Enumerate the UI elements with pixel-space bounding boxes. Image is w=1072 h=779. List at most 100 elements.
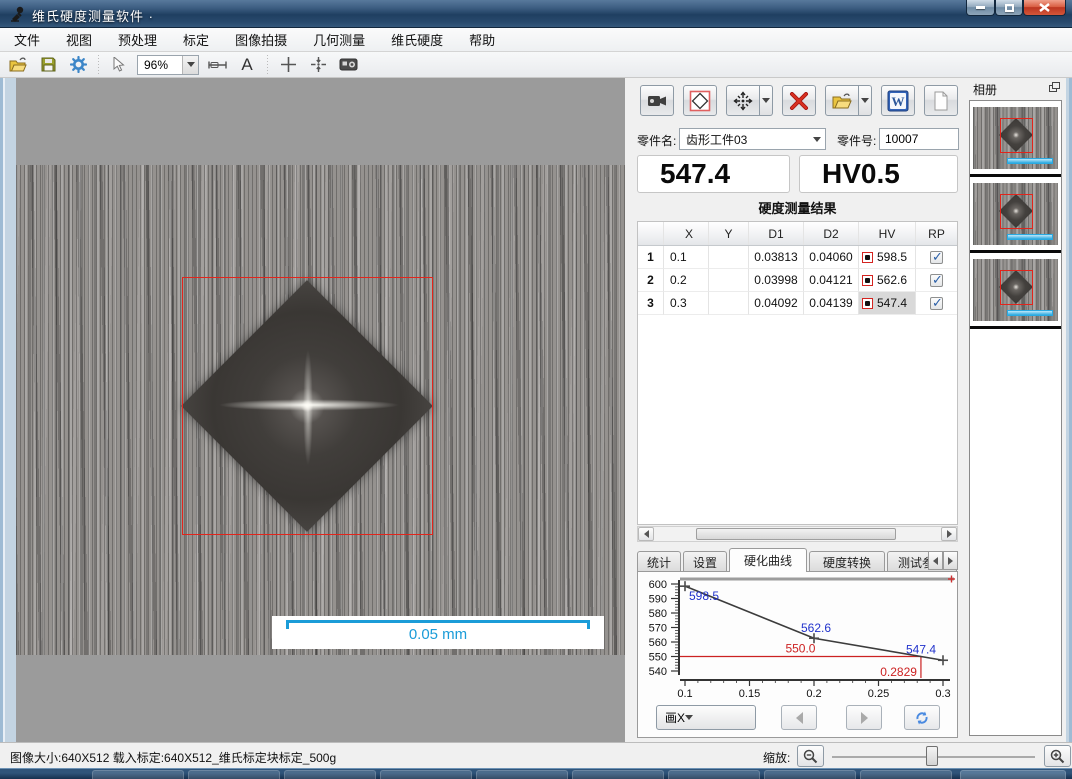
tab-hardening-curve[interactable]: 硬化曲线 — [729, 548, 807, 572]
open-button[interactable] — [6, 54, 30, 76]
close-button[interactable] — [1023, 0, 1066, 16]
capture-video-button[interactable] — [640, 85, 674, 116]
auto-position-button[interactable] — [726, 85, 760, 116]
taskbar-button[interactable] — [764, 770, 856, 779]
part-no-input[interactable] — [879, 128, 959, 150]
album-list[interactable] — [969, 100, 1062, 736]
maximize-button[interactable] — [995, 0, 1023, 16]
indent-frame-icon — [689, 90, 711, 112]
pointer-tool-button[interactable] — [107, 54, 131, 76]
save-button[interactable] — [36, 54, 60, 76]
curve-axis-select[interactable]: 画X — [656, 705, 756, 730]
menu-calibration[interactable]: 标定 — [183, 30, 209, 49]
col-d2[interactable]: D2 — [804, 222, 859, 245]
album-thumbnail-2[interactable] — [970, 177, 1061, 253]
text-tool-icon: A — [241, 55, 252, 75]
table-row[interactable]: 2 0.2 0.03998 0.04121 562.6 — [638, 269, 957, 292]
taskbar-button[interactable] — [284, 770, 376, 779]
rp-checkbox[interactable] — [930, 297, 943, 310]
svg-text:540: 540 — [649, 666, 667, 678]
taskbar-button[interactable] — [188, 770, 280, 779]
measure-indent-button[interactable] — [683, 85, 717, 116]
results-table[interactable]: X Y D1 D2 HV RP 1 0.1 0.03813 0.04060 59… — [637, 221, 958, 525]
tab-statistics[interactable]: 统计 — [637, 551, 681, 572]
curve-axis-arrow[interactable] — [685, 715, 693, 720]
part-name-select[interactable]: 齿形工件03 — [679, 128, 826, 150]
crosshair-button[interactable] — [276, 54, 300, 76]
cursor-arrow-icon — [113, 57, 126, 72]
chart-controls: 画X — [638, 702, 957, 735]
cell-y — [709, 292, 749, 315]
menu-file[interactable]: 文件 — [14, 30, 40, 49]
taskbar-button[interactable] — [92, 770, 184, 779]
tab-hardness-conversion[interactable]: 硬度转换 — [809, 551, 885, 572]
scroll-right-button[interactable] — [941, 527, 957, 541]
scrollbar-thumb[interactable] — [696, 528, 896, 540]
next-point-button[interactable] — [846, 705, 882, 730]
undock-icon[interactable] — [1049, 82, 1060, 92]
table-row[interactable]: 3 0.3 0.04092 0.04139 547.4 — [638, 292, 957, 315]
micrograph-image[interactable]: 0.05 mm — [16, 165, 625, 655]
zoom-select-arrow[interactable] — [182, 56, 198, 74]
taskbar-tray[interactable] — [960, 770, 1066, 779]
col-y[interactable]: Y — [709, 222, 749, 245]
row-number: 3 — [638, 292, 664, 315]
close-icon — [1039, 3, 1050, 12]
snapshot-button[interactable] — [336, 54, 360, 76]
tab-scroll-left-button[interactable] — [928, 551, 943, 570]
col-hv[interactable]: HV — [859, 222, 916, 245]
col-rp[interactable]: RP — [916, 222, 957, 245]
col-x[interactable]: X — [664, 222, 709, 245]
thumb-roi-box — [1000, 118, 1033, 153]
taskbar[interactable] — [0, 768, 1072, 779]
menu-help[interactable]: 帮助 — [469, 30, 495, 49]
menu-view[interactable]: 视图 — [66, 30, 92, 49]
table-horizontal-scrollbar[interactable] — [637, 526, 958, 542]
tab-scroll-right-button[interactable] — [943, 551, 958, 570]
zoom-in-button[interactable] — [1044, 745, 1071, 767]
menu-preprocess[interactable]: 预处理 — [118, 30, 157, 49]
prev-point-button[interactable] — [781, 705, 817, 730]
col-rownum[interactable] — [638, 222, 664, 245]
measurement-roi-box[interactable] — [182, 277, 433, 535]
rp-checkbox[interactable] — [930, 251, 943, 264]
table-row[interactable]: 1 0.1 0.03813 0.04060 598.5 — [638, 246, 957, 269]
open-image-button[interactable] — [825, 85, 859, 116]
taskbar-button[interactable] — [572, 770, 664, 779]
rp-checkbox[interactable] — [930, 274, 943, 287]
chevron-down-icon — [813, 137, 821, 142]
image-viewer[interactable]: 0.05 mm — [16, 78, 625, 742]
refresh-curve-button[interactable] — [904, 705, 940, 730]
menu-geometry-measure[interactable]: 几何测量 — [313, 30, 365, 49]
album-thumbnail-1[interactable] — [970, 101, 1061, 177]
zoom-level-select[interactable]: 96% — [137, 55, 199, 75]
taskbar-button[interactable] — [668, 770, 760, 779]
settings-button[interactable] — [66, 54, 90, 76]
menu-bar: 文件 视图 预处理 标定 图像拍摄 几何测量 维氏硬度 帮助 — [0, 28, 1072, 52]
taskbar-button[interactable] — [476, 770, 568, 779]
menu-image-capture[interactable]: 图像拍摄 — [235, 30, 287, 49]
text-tool-button[interactable]: A — [235, 54, 259, 76]
measure-ruler-button[interactable] — [205, 54, 229, 76]
new-report-button[interactable] — [924, 85, 958, 116]
col-d1[interactable]: D1 — [749, 222, 804, 245]
zoom-out-button[interactable] — [797, 745, 824, 767]
minimize-button[interactable] — [966, 0, 995, 16]
part-name-arrow[interactable] — [809, 129, 825, 149]
indent-mini-icon — [862, 298, 873, 309]
window-frame-left — [0, 78, 16, 768]
export-word-button[interactable]: W — [881, 85, 915, 116]
album-thumbnail-3[interactable] — [970, 253, 1061, 329]
auto-position-dropdown[interactable] — [760, 85, 773, 116]
svg-text:550.0: 550.0 — [785, 642, 815, 656]
taskbar-button[interactable] — [860, 770, 952, 779]
scroll-left-button[interactable] — [638, 527, 654, 541]
title-bar[interactable]: 维氏硬度测量软件 · — [0, 0, 1072, 28]
tab-settings[interactable]: 设置 — [683, 551, 727, 572]
open-image-dropdown[interactable] — [859, 85, 872, 116]
menu-vickers-hardness[interactable]: 维氏硬度 — [391, 30, 443, 49]
center-target-button[interactable] — [306, 54, 330, 76]
zoom-slider-thumb[interactable] — [926, 746, 938, 766]
delete-button[interactable] — [782, 85, 816, 116]
taskbar-button[interactable] — [380, 770, 472, 779]
